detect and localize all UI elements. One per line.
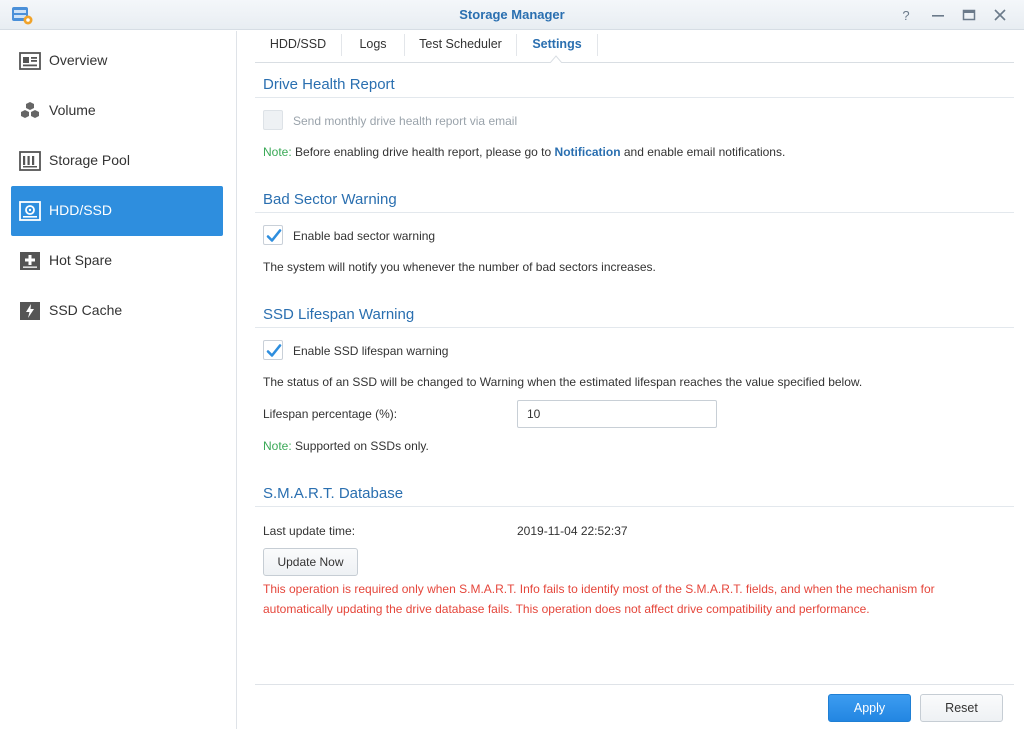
note-label: Note: [263,145,292,159]
tab-test-scheduler[interactable]: Test Scheduler [405,31,516,62]
storage-manager-window: Storage Manager ? Overview Volume Storag… [0,0,1024,729]
close-icon[interactable] [990,5,1010,25]
checkmark-icon [266,344,282,357]
ssd-lifespan-checkbox-label: Enable SSD lifespan warning [293,344,449,358]
active-tab-caret-icon [550,55,562,63]
smart-db-title: S.M.A.R.T. Database [263,485,404,502]
apply-button[interactable]: Apply [828,694,911,722]
volume-cubes-icon [21,102,39,118]
tab-hdd-ssd[interactable]: HDD/SSD [255,31,341,62]
drive-health-checkbox-label: Send monthly drive health report via ema… [293,114,518,128]
help-icon[interactable]: ? [896,5,916,25]
sidebar-item-ssd-cache[interactable]: SSD Cache [11,286,223,336]
sidebar: Overview Volume Storage Pool HDD/SSD Hot… [0,31,237,729]
smart-db-warning: This operation is required only when S.M… [263,582,935,616]
section-divider [255,212,1014,213]
sidebar-item-label: HDD/SSD [49,202,113,218]
footer-divider [255,684,1014,685]
sidebar-item-label: Volume [49,102,96,118]
bad-sector-description: The system will notify you whenever the … [263,260,656,274]
reset-button[interactable]: Reset [920,694,1003,722]
note-label: Note: [263,439,292,453]
sidebar-item-label: Storage Pool [49,152,130,168]
section-divider [255,327,1014,328]
sidebar-item-overview[interactable]: Overview [11,36,223,86]
tab-bar: HDD/SSD Logs Test Scheduler Settings [255,31,1014,63]
sidebar-item-label: Hot Spare [49,252,113,268]
svg-text:?: ? [902,8,909,23]
hot-spare-plus-icon [20,252,40,270]
minimize-icon[interactable] [928,5,948,25]
ssd-lifespan-description: The status of an SSD will be changed to … [263,375,863,389]
section-divider [255,97,1014,98]
note-text: Supported on SSDs only. [291,439,429,453]
drive-health-note: Note: Before enabling drive health repor… [263,145,785,159]
overview-icon [19,52,41,70]
window-title: Storage Manager [459,7,565,22]
drive-health-title: Drive Health Report [263,76,395,93]
storage-pool-icon [19,151,41,171]
section-divider [255,506,1014,507]
lifespan-percentage-input[interactable] [517,400,717,428]
tab-divider [597,34,598,56]
update-now-button[interactable]: Update Now [263,548,358,576]
settings-panel: Drive Health Report Send monthly drive h… [255,63,1014,683]
last-update-value: 2019-11-04 22:52:37 [517,524,628,538]
sidebar-item-label: SSD Cache [49,302,123,318]
bad-sector-title: Bad Sector Warning [263,191,397,208]
ssd-only-note: Note: Supported on SSDs only. [263,439,429,453]
tab-logs[interactable]: Logs [342,31,404,62]
sidebar-item-hot-spare[interactable]: Hot Spare [11,236,223,286]
sidebar-item-storage-pool[interactable]: Storage Pool [11,136,223,186]
last-update-label: Last update time: [263,524,356,538]
notification-link[interactable]: Notification [555,145,621,159]
note-text: and enable email notifications. [620,145,786,159]
drive-health-email-checkbox[interactable] [263,110,283,130]
sidebar-item-volume[interactable]: Volume [11,86,223,136]
sidebar-item-hdd-ssd[interactable]: HDD/SSD [11,186,223,236]
maximize-icon[interactable] [959,5,979,25]
ssd-lifespan-title: SSD Lifespan Warning [263,306,415,323]
ssd-lifespan-checkbox[interactable] [263,340,283,360]
hdd-icon [19,201,41,221]
ssd-cache-bolt-icon [20,302,40,320]
note-text: Before enabling drive health report, ple… [291,145,555,159]
title-bar: Storage Manager ? [0,0,1024,30]
bad-sector-checkbox[interactable] [263,225,283,245]
lifespan-percentage-label: Lifespan percentage (%): [263,407,398,421]
checkmark-icon [266,229,282,242]
bad-sector-checkbox-label: Enable bad sector warning [293,229,436,243]
sidebar-item-label: Overview [49,52,108,68]
